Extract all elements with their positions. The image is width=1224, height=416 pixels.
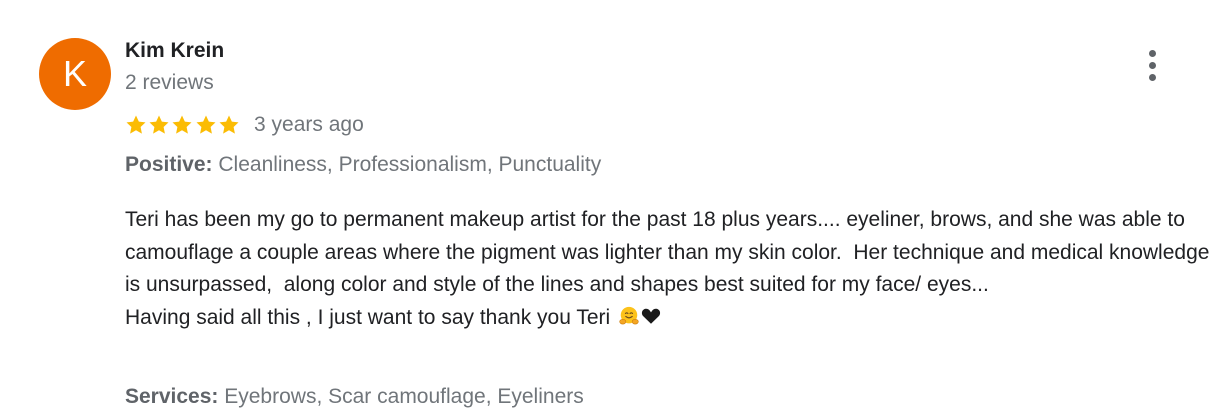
services-attributes: Services: Eyebrows, Scar camouflage, Eye… [125,385,584,409]
avatar-initial: K [62,53,87,94]
hugging-face-icon [619,306,639,324]
review-timestamp: 3 years ago [254,113,364,136]
review-paragraph-1: Teri has been my go to permanent makeup … [125,208,1216,296]
star-icon [219,115,239,134]
positive-attributes: Positive: Cleanliness, Professionalism, … [125,153,601,177]
black-heart-icon [641,308,661,324]
more-options-button[interactable] [1136,44,1170,86]
rating-row: 3 years ago [124,111,364,139]
star-icon [149,115,169,134]
positive-label: Positive: [125,153,213,176]
review-paragraph-2-text: Having said all this , I just want to sa… [125,305,611,329]
services-value: Eyebrows, Scar camouflage, Eyeliners [224,385,584,408]
star-rating [124,113,240,137]
star-icon [126,115,146,134]
review-text: Teri has been my go to permanent makeup … [125,204,1217,334]
author-name[interactable]: Kim Krein [125,39,224,63]
review-card: K Kim Krein 2 reviews 3 years ago Positi… [0,0,1224,416]
review-count[interactable]: 2 reviews [125,71,214,95]
star-icon [172,115,192,134]
services-label: Services: [125,385,219,408]
review-paragraph-2: Having said all this , I just want to sa… [125,302,1217,335]
avatar[interactable]: K [39,38,111,110]
star-icon [196,115,216,134]
positive-value: Cleanliness, Professionalism, Punctualit… [218,153,602,176]
